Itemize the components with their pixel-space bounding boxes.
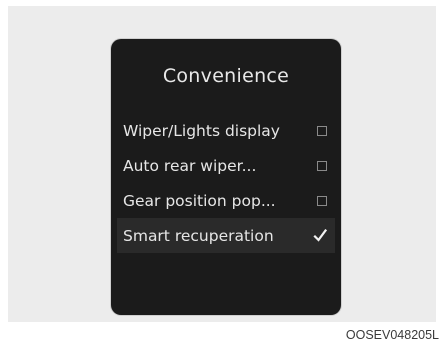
- settings-menu: Wiper/Lights display Auto rear wiper... …: [117, 113, 335, 253]
- menu-item-label: Gear position pop...: [123, 191, 276, 210]
- settings-screen: Convenience Wiper/Lights display Auto re…: [111, 39, 341, 315]
- unchecked-checkbox-icon[interactable]: [317, 195, 327, 206]
- menu-item-wiper-lights-display[interactable]: Wiper/Lights display: [117, 113, 335, 148]
- unchecked-checkbox-icon[interactable]: [317, 125, 327, 136]
- figure-code: OOSEV048205L: [345, 328, 439, 342]
- unchecked-checkbox-icon[interactable]: [317, 160, 327, 171]
- menu-title: Convenience: [162, 65, 290, 87]
- menu-item-label: Auto rear wiper...: [123, 156, 257, 175]
- menu-item-auto-rear-wiper[interactable]: Auto rear wiper...: [117, 148, 335, 183]
- menu-item-label: Smart recuperation: [123, 226, 274, 245]
- menu-item-gear-position-popup[interactable]: Gear position pop...: [117, 183, 335, 218]
- menu-item-smart-recuperation[interactable]: Smart recuperation: [117, 218, 335, 253]
- menu-item-label: Wiper/Lights display: [123, 121, 280, 140]
- checkmark-icon[interactable]: [313, 228, 327, 243]
